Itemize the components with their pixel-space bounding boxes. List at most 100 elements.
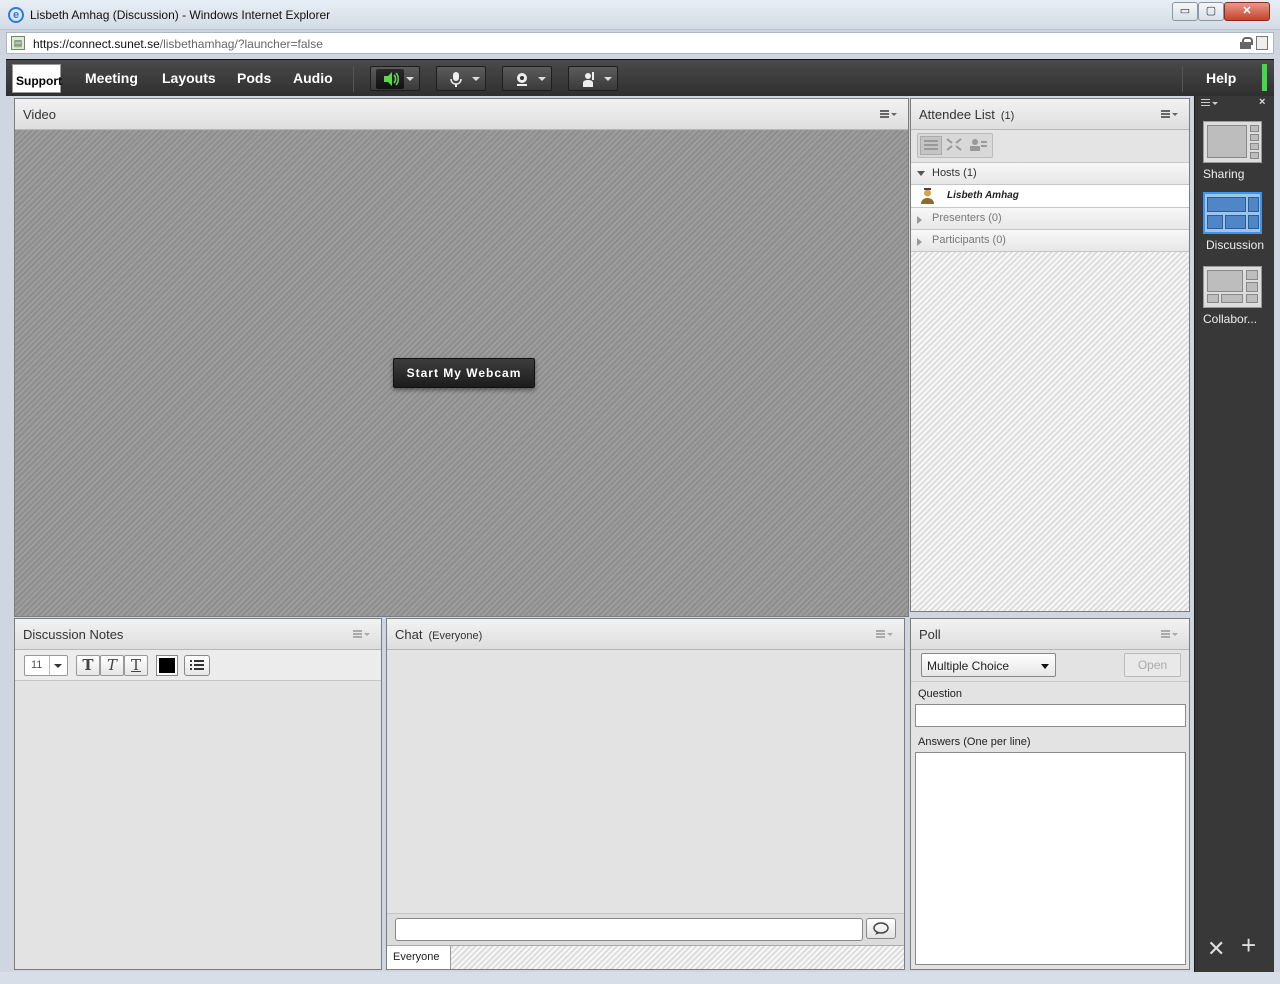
pod-options-icon[interactable] xyxy=(353,629,370,639)
url-text[interactable]: https://connect.sunet.se/lisbethamhag/?l… xyxy=(33,37,323,51)
chevron-down-icon[interactable] xyxy=(406,77,414,81)
connection-status-indicator xyxy=(1262,64,1267,91)
menu-layouts[interactable]: Layouts xyxy=(162,70,216,86)
microphone-button[interactable] xyxy=(436,66,486,91)
layout-discussion[interactable]: Discussion xyxy=(1203,192,1264,252)
chevron-down-icon xyxy=(1041,664,1049,669)
text-color-button[interactable] xyxy=(156,655,178,676)
attendee-count: (1) xyxy=(1000,110,1015,122)
browser-status-bar xyxy=(0,972,1280,984)
chat-audience: (Everyone) xyxy=(428,630,483,642)
pod-options-icon[interactable] xyxy=(880,109,897,119)
address-bar[interactable]: ▤ https://connect.sunet.se/lisbethamhag/… xyxy=(6,32,1274,54)
support-label: Support xyxy=(16,74,62,88)
chat-input-bar xyxy=(387,913,904,945)
chevron-down-icon[interactable] xyxy=(472,77,480,81)
pod-header: Chat (Everyone) xyxy=(387,619,904,650)
speaker-icon xyxy=(376,69,404,89)
attendee-view-icon[interactable] xyxy=(968,136,990,155)
send-message-button[interactable] xyxy=(866,918,896,939)
close-window-button[interactable]: ✕ xyxy=(1224,2,1270,21)
pod-title: Attendee List (1) xyxy=(919,107,1014,122)
participants-group[interactable]: Participants (0) xyxy=(911,229,1189,251)
layout-collaboration[interactable]: Collabor... xyxy=(1203,266,1263,326)
pod-options-icon[interactable] xyxy=(876,629,893,639)
chevron-down-icon xyxy=(54,664,62,668)
answers-textarea[interactable] xyxy=(915,752,1186,965)
chat-input[interactable] xyxy=(395,918,863,941)
discussion-notes-pod: Discussion Notes 11 T T T xyxy=(14,618,382,970)
chat-messages xyxy=(387,650,904,913)
start-webcam-button[interactable]: Start My Webcam xyxy=(393,358,535,388)
list-view-icon[interactable] xyxy=(920,136,942,155)
support-logo-button[interactable]: Support xyxy=(12,64,62,93)
raise-hand-icon xyxy=(574,69,602,89)
menu-meeting[interactable]: Meeting xyxy=(85,70,138,86)
speaker-toggle-button[interactable] xyxy=(370,66,420,91)
hosts-group[interactable]: Hosts (1) xyxy=(911,162,1189,184)
close-layouts-bar-button[interactable]: × xyxy=(1259,96,1265,108)
maximize-button[interactable]: ▢ xyxy=(1198,2,1224,21)
raise-hand-button[interactable] xyxy=(568,66,618,91)
speech-bubble-icon xyxy=(873,922,889,935)
pod-title: Chat (Everyone) xyxy=(395,627,482,642)
webcam-button[interactable] xyxy=(502,66,552,91)
collapse-arrow-icon xyxy=(917,216,922,224)
url-prefix: https://connect. xyxy=(33,37,115,51)
layout-sharing[interactable]: Sharing xyxy=(1203,121,1263,181)
italic-button[interactable]: T xyxy=(100,655,124,676)
pod-header: Video xyxy=(15,99,908,130)
attendee-empty-area xyxy=(911,251,1189,611)
video-area: Start My Webcam xyxy=(15,130,908,616)
font-size-value: 11 xyxy=(31,659,43,671)
chat-pod: Chat (Everyone) Everyone xyxy=(386,618,905,970)
url-path: /lisbethamhag/?launcher=false xyxy=(159,37,323,51)
poll-type-select[interactable]: Multiple Choice xyxy=(921,653,1056,677)
color-swatch xyxy=(159,658,175,673)
view-toggle xyxy=(917,133,993,158)
layout-thumbnail xyxy=(1203,121,1262,163)
chat-tab-everyone[interactable]: Everyone xyxy=(387,946,451,969)
bullet-list-button[interactable] xyxy=(184,655,210,676)
pod-title: Poll xyxy=(919,627,941,642)
attendee-toolbar xyxy=(911,130,1189,162)
chat-title: Chat xyxy=(395,627,423,642)
divider xyxy=(911,681,1189,682)
menu-pods[interactable]: Pods xyxy=(237,70,271,86)
video-pod: Video Start My Webcam xyxy=(14,98,909,617)
add-layout-icon[interactable]: + xyxy=(1241,930,1256,961)
participants-group-label: Participants (0) xyxy=(932,234,1006,246)
manage-layouts-icon[interactable]: ✕ xyxy=(1207,936,1225,962)
window-titlebar: e Lisbeth Amhag (Discussion) - Windows I… xyxy=(0,0,1280,30)
attendee-list-pod: Attendee List (1) Hosts (1) Lisbeth Amhag… xyxy=(910,98,1190,612)
menu-help[interactable]: Help xyxy=(1206,70,1236,86)
bold-button[interactable]: T xyxy=(76,655,100,676)
chevron-down-icon[interactable] xyxy=(538,77,546,81)
page-icon: ▤ xyxy=(11,36,25,50)
minimize-button[interactable]: ▭ xyxy=(1172,2,1198,21)
pod-title: Video xyxy=(23,107,57,122)
presenters-group[interactable]: Presenters (0) xyxy=(911,207,1189,229)
attendee-title: Attendee List xyxy=(919,107,995,122)
menu-audio[interactable]: Audio xyxy=(293,70,333,86)
chevron-down-icon[interactable] xyxy=(604,77,612,81)
layout-thumbnail xyxy=(1203,266,1262,308)
microphone-icon xyxy=(442,69,470,89)
open-poll-button[interactable]: Open xyxy=(1124,653,1181,677)
font-size-select[interactable]: 11 xyxy=(24,655,68,676)
notes-editor[interactable] xyxy=(15,681,381,969)
layouts-sidebar: × Sharing Discussion Collabor... ✕ + xyxy=(1194,96,1274,972)
compatibility-view-icon[interactable] xyxy=(1256,36,1268,50)
attendee-name: Lisbeth Amhag xyxy=(947,190,1019,201)
pod-options-icon[interactable] xyxy=(1161,109,1178,119)
expand-view-icon[interactable] xyxy=(944,136,966,155)
bullet-list-icon xyxy=(190,660,204,670)
host-user-icon xyxy=(921,188,934,204)
presenters-group-label: Presenters (0) xyxy=(932,212,1002,224)
underline-button[interactable]: T xyxy=(124,655,148,676)
pod-options-icon[interactable] xyxy=(1161,629,1178,639)
attendee-row[interactable]: Lisbeth Amhag xyxy=(911,184,1189,207)
layouts-menu-icon[interactable] xyxy=(1201,99,1218,107)
lock-icon[interactable] xyxy=(1240,37,1253,49)
question-input[interactable] xyxy=(915,704,1186,727)
